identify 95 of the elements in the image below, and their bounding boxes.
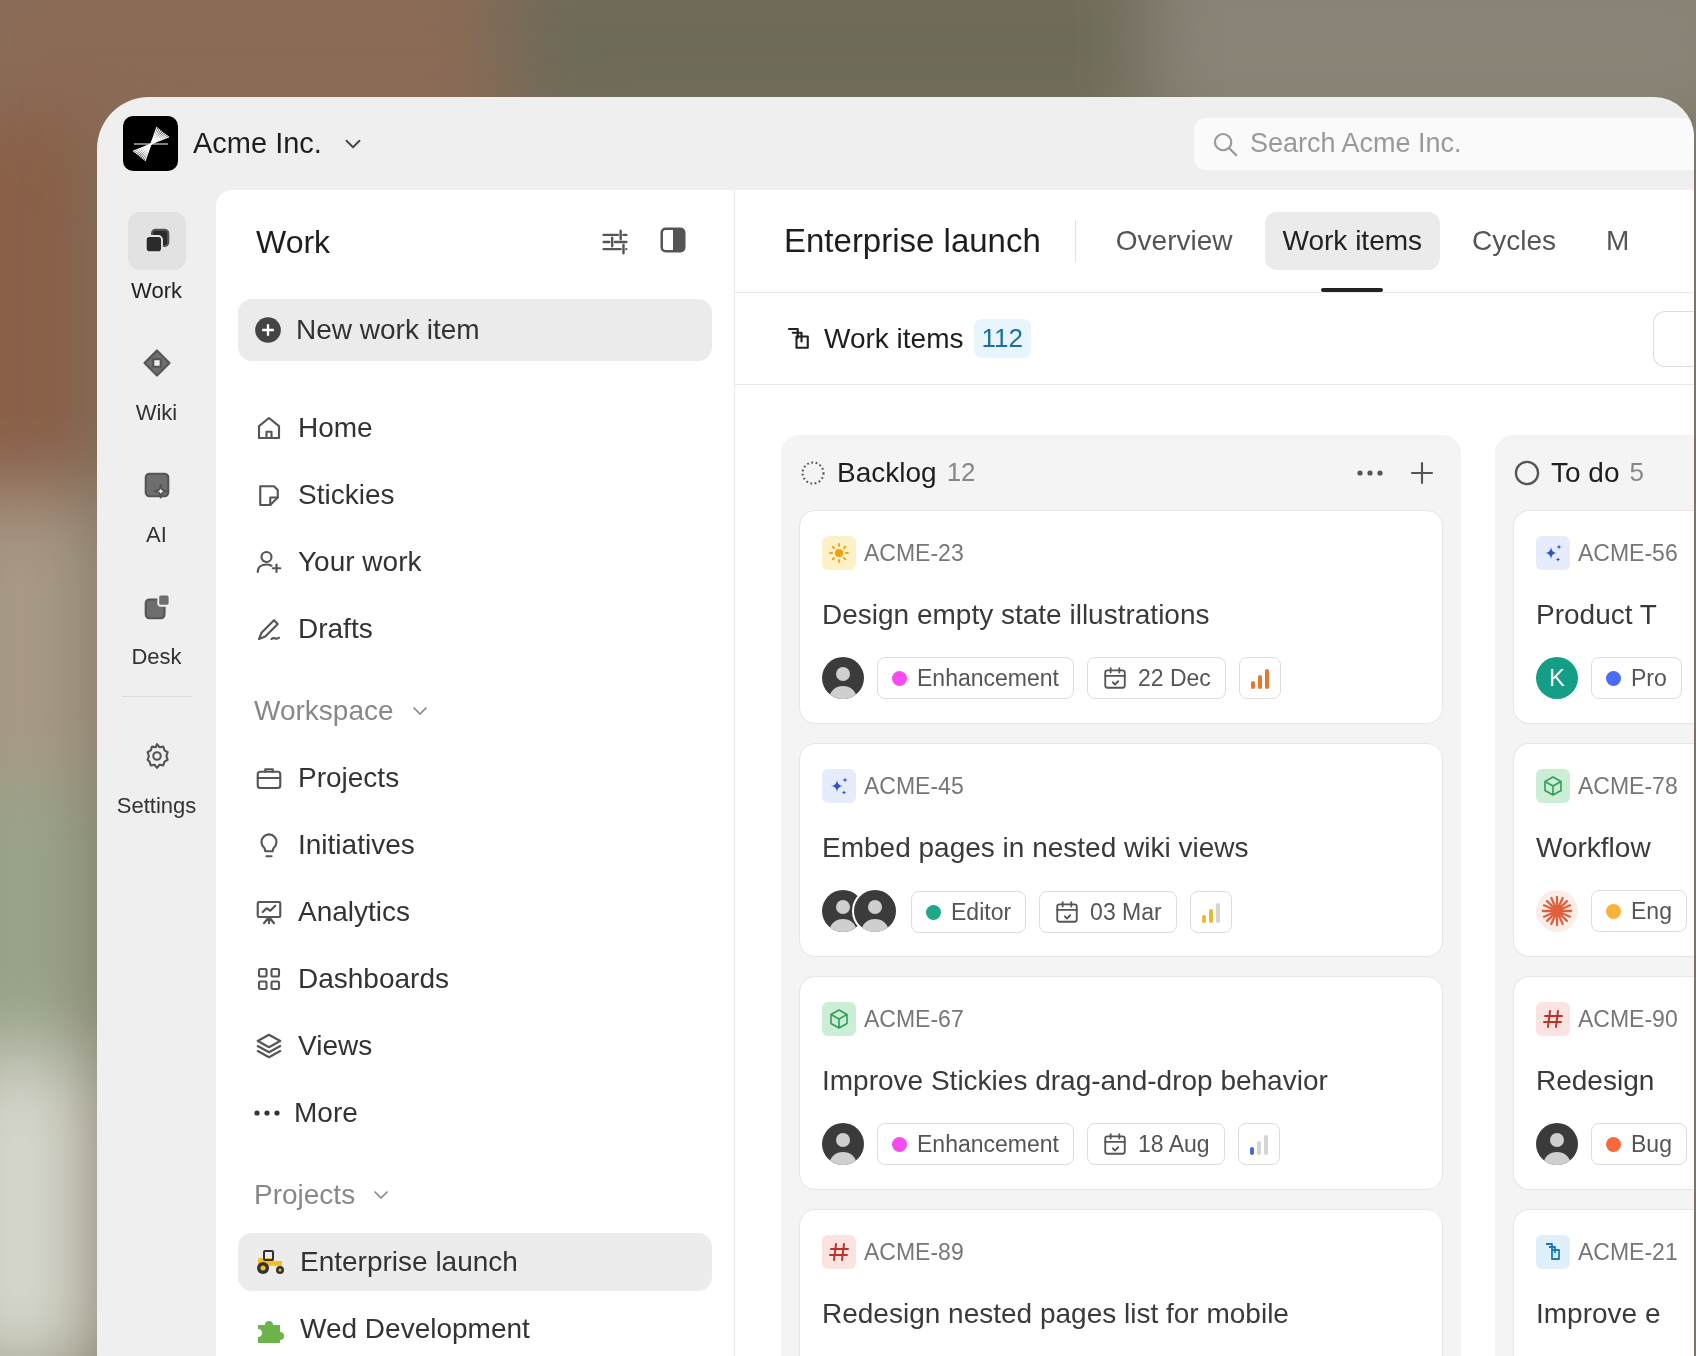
tab[interactable]: Overview xyxy=(1097,212,1251,270)
item-title: Embed pages in nested wiki views xyxy=(822,832,1250,864)
avatar xyxy=(822,1123,864,1165)
item-title: Improve Stickies drag-and-drop behavior xyxy=(822,1065,1329,1097)
item-id: ACME-90 xyxy=(1578,1005,1678,1033)
avatar: K xyxy=(1536,657,1578,699)
tab[interactable]: M xyxy=(1588,212,1648,270)
circle-icon xyxy=(1513,458,1541,487)
tractor-icon xyxy=(254,1248,286,1276)
work-item-card[interactable]: ACME-78 Workflow Eng xyxy=(1513,743,1694,957)
stacked-frames-icon xyxy=(1536,1235,1570,1269)
rail-item[interactable]: Settings xyxy=(116,727,197,819)
label-tag[interactable]: Enhancement xyxy=(877,657,1074,699)
dashed-circle-icon xyxy=(799,458,827,487)
item-title: Redesign nested pages list for mobile xyxy=(822,1298,1290,1330)
tab-indicator xyxy=(1321,288,1384,292)
cube-icon xyxy=(822,1002,856,1036)
column-title: Backlog xyxy=(837,456,937,489)
sparkle-icon xyxy=(822,769,856,803)
hash-icon xyxy=(822,1235,856,1269)
tab[interactable]: Cycles xyxy=(1454,212,1575,270)
label-tag[interactable]: Enhancement xyxy=(877,1123,1074,1165)
project-title: Enterprise launch xyxy=(784,222,1041,260)
calendar-icon xyxy=(1101,665,1128,691)
section-header[interactable]: Workspace xyxy=(238,682,432,740)
work-item-card[interactable]: ACME-45 Embed pages in nested wiki views Editor 03 Mar xyxy=(799,743,1443,957)
sidebar-item[interactable]: Your work xyxy=(238,533,712,591)
priority-button[interactable] xyxy=(1238,657,1281,699)
sidebar-item[interactable]: Dashboards xyxy=(238,950,712,1008)
item-id: ACME-78 xyxy=(1578,772,1678,800)
avatar xyxy=(1536,890,1578,932)
item-id: ACME-45 xyxy=(864,772,964,800)
item-title: Workflow xyxy=(1536,832,1652,864)
calendar-icon xyxy=(1054,899,1081,925)
more-button[interactable] xyxy=(1357,469,1383,476)
due-date[interactable]: 03 Mar xyxy=(1039,891,1177,933)
item-title: Design empty state illustrations xyxy=(822,599,1211,631)
due-date[interactable]: 18 Aug xyxy=(1086,1123,1225,1165)
sidebar-item[interactable]: Wed Development xyxy=(238,1300,712,1356)
sidebar-item[interactable]: Enterprise launch xyxy=(238,1233,712,1291)
diamond-icon xyxy=(141,348,172,378)
item-id: ACME-21 xyxy=(1578,1238,1678,1266)
sidebar-toggle-icon xyxy=(658,225,688,255)
work-item-card[interactable]: ACME-21 Improve e xyxy=(1513,1209,1694,1356)
column-title: To do xyxy=(1551,456,1620,489)
avatar xyxy=(822,657,864,699)
work-item-card[interactable]: ACME-89 Redesign nested pages list for mobile xyxy=(799,1209,1443,1356)
work-item-card[interactable]: ACME-90 Redesign Bug xyxy=(1513,976,1694,1190)
section-title: Work items xyxy=(824,322,964,355)
rail-item[interactable]: AI xyxy=(127,456,186,548)
sidebar-title: Work xyxy=(256,223,331,261)
sun-icon xyxy=(822,536,856,570)
calendar-icon xyxy=(1101,1131,1128,1157)
new-work-item-button[interactable]: New work item xyxy=(238,299,712,361)
item-id: ACME-67 xyxy=(864,1005,964,1033)
label-tag[interactable]: Bug xyxy=(1591,1123,1687,1165)
column-count: 5 xyxy=(1629,457,1644,488)
label-tag[interactable]: Editor xyxy=(911,891,1027,933)
plus-circle-icon xyxy=(254,316,282,344)
item-id: ACME-23 xyxy=(864,539,964,567)
item-id: ACME-89 xyxy=(864,1238,964,1266)
section-header[interactable]: Projects xyxy=(238,1166,394,1224)
item-title: Product T xyxy=(1536,599,1658,631)
sidebar-item[interactable]: Projects xyxy=(238,749,712,807)
more-icon xyxy=(1357,469,1383,476)
sidebar-item[interactable]: More xyxy=(238,1084,712,1142)
label-tag[interactable]: Eng xyxy=(1591,890,1687,932)
sparkle-icon xyxy=(1536,536,1570,570)
search-field[interactable]: Search Acme Inc. xyxy=(1194,117,1694,170)
column-count: 12 xyxy=(946,457,976,488)
more-icon xyxy=(254,1110,280,1116)
hash-icon xyxy=(1536,1002,1570,1036)
sidebar-item[interactable]: Stickies xyxy=(238,466,712,524)
sidebar-item[interactable]: Analytics xyxy=(238,883,712,941)
workspace-name[interactable]: Acme Inc. xyxy=(193,127,322,160)
count-badge: 112 xyxy=(973,319,1031,358)
cube-icon xyxy=(1536,769,1570,803)
work-item-card[interactable]: ACME-67 Improve Stickies drag-and-drop behavior Enhancement 18 Aug xyxy=(799,976,1443,1190)
layers-icon xyxy=(254,1031,284,1061)
due-date[interactable]: 22 Dec xyxy=(1086,657,1226,699)
sidebar-item[interactable]: Initiatives xyxy=(238,816,712,874)
sidebar-item[interactable]: Home xyxy=(238,399,712,457)
tab[interactable]: Work items xyxy=(1264,212,1441,270)
work-item-card[interactable]: ACME-56 Product T K Pro xyxy=(1513,510,1694,724)
item-id: ACME-56 xyxy=(1578,539,1678,567)
work-item-card[interactable]: ACME-23 Design empty state illustrations Enhancement 22 Dec xyxy=(799,510,1443,724)
rail-item[interactable]: Desk xyxy=(127,578,186,670)
sidebar-item[interactable]: Drafts xyxy=(238,600,712,658)
item-title: Redesign xyxy=(1536,1065,1656,1097)
sidebar-item[interactable]: Views xyxy=(238,1017,712,1075)
rail-item[interactable]: Wiki xyxy=(127,334,186,426)
avatar xyxy=(1536,1123,1578,1165)
logo-icon xyxy=(123,116,178,171)
label-tag[interactable]: Pro xyxy=(1591,657,1682,699)
item-title: Improve e xyxy=(1536,1298,1662,1330)
